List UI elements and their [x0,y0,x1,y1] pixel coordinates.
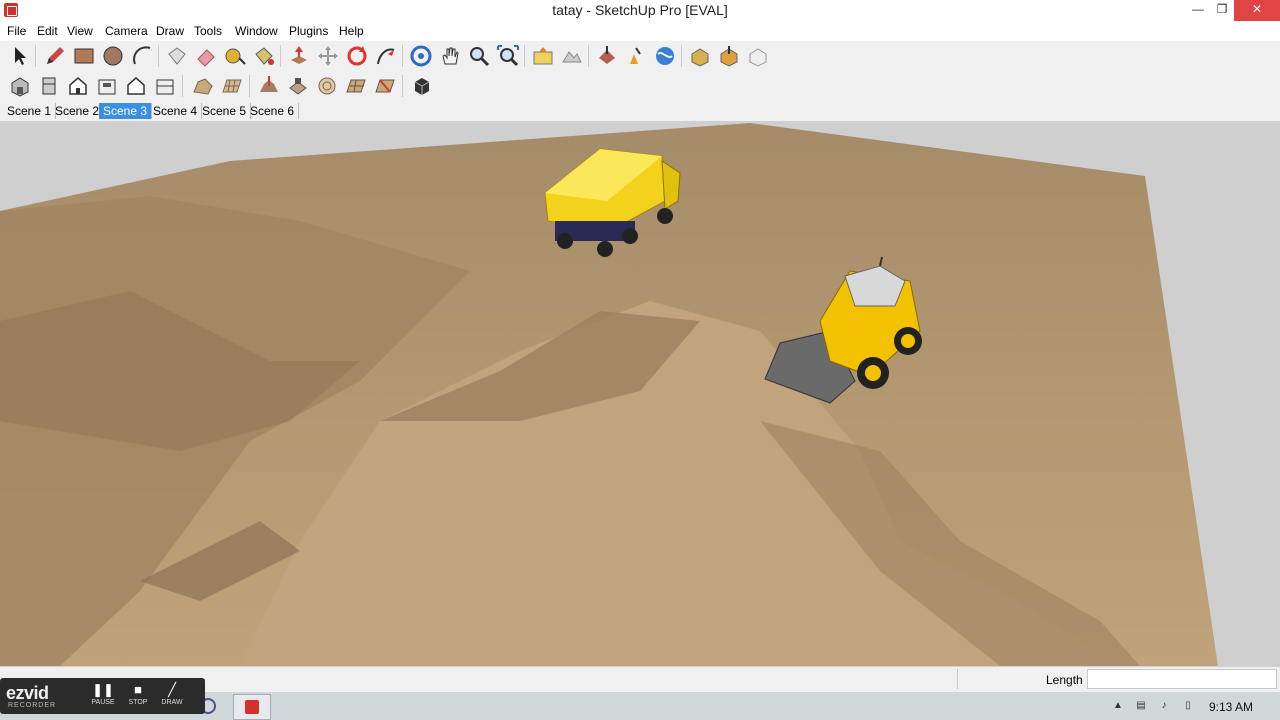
main-toolbar [0,41,1280,71]
share-model-icon[interactable] [624,44,648,68]
rotate-icon[interactable] [345,44,369,68]
menu-file[interactable]: File [7,24,26,38]
tape-measure-icon[interactable] [223,44,247,68]
stop-button[interactable]: ■ STOP [123,681,153,711]
move-icon[interactable] [316,44,340,68]
toolbar-separator [182,75,183,97]
battery-icon[interactable]: ▯ [1182,700,1194,712]
follow-me-icon[interactable] [374,44,398,68]
tab-scene-1[interactable]: Scene 1 [3,103,57,119]
google-earth-icon[interactable] [653,44,677,68]
terrain-scene [0,123,1218,666]
clock[interactable]: 9:13 AM [1209,700,1253,714]
menu-window[interactable]: Window [235,24,278,38]
orbit-icon[interactable] [409,44,433,68]
select-icon[interactable] [7,44,31,68]
pause-icon: ❚❚ [92,682,114,697]
pencil-icon[interactable] [43,44,67,68]
smoove-icon[interactable] [257,74,281,98]
drawing-viewport[interactable] [0,121,1280,666]
zoom-extents-icon[interactable] [496,44,520,68]
menu-bar: File Edit View Camera Draw Tools Window … [0,21,1280,41]
get-models-icon[interactable] [595,44,619,68]
zoom-icon[interactable] [467,44,491,68]
add-location-icon[interactable] [531,44,555,68]
menu-plugins[interactable]: Plugins [289,24,328,38]
volume-icon[interactable]: ♪ [1158,700,1170,712]
toolbar-separator [249,75,250,97]
status-divider [957,669,958,689]
pause-label: PAUSE [91,699,115,706]
toolbar-separator [35,45,36,67]
menu-view[interactable]: View [67,24,93,38]
measurement-input[interactable] [1087,669,1277,689]
draw-label: DRAW [161,699,183,706]
sandbox-scratch-icon[interactable] [220,74,244,98]
sketchup-taskbar-button[interactable] [233,694,271,720]
left-view-icon[interactable] [153,74,177,98]
stamp-icon[interactable] [286,74,310,98]
terrain-icon[interactable] [560,44,584,68]
add-detail-icon[interactable] [344,74,368,98]
extension-icon[interactable] [746,44,770,68]
ezvid-logo: ezvid [6,683,49,703]
tray-expand-icon[interactable]: ▲ [1112,700,1124,712]
menu-tools[interactable]: Tools [194,24,222,38]
menu-draw[interactable]: Draw [156,24,184,38]
scene-tabs: Scene 1 Scene 2 Scene 3 Scene 4 Scene 5 … [0,101,1280,122]
toolbar-separator [524,45,525,67]
tab-scene-4[interactable]: Scene 4 [149,103,203,119]
sandbox-contours-icon[interactable] [191,74,215,98]
sketchup-taskbar-icon [245,700,259,714]
tab-scene-5[interactable]: Scene 5 [198,103,252,119]
tab-scene-3[interactable]: Scene 3 [99,103,153,119]
drape-icon[interactable] [315,74,339,98]
network-icon[interactable]: ▤ [1135,700,1147,712]
pan-icon[interactable] [438,44,462,68]
window-title: tatay - SketchUp Pro [EVAL] [552,2,728,18]
tab-scene-6[interactable]: Scene 6 [246,103,300,119]
push-pull-icon[interactable] [287,44,311,68]
section-icon[interactable] [410,74,434,98]
tab-scene-2[interactable]: Scene 2 [51,103,105,119]
3d-warehouse-icon[interactable] [688,44,712,68]
rectangle-icon[interactable] [72,44,96,68]
restore-button[interactable]: ❐ [1207,0,1237,21]
draw-icon: ╱ [168,682,176,697]
pause-button[interactable]: ❚❚ PAUSE [88,681,118,711]
stop-icon: ■ [134,682,142,697]
flip-edge-icon[interactable] [373,74,397,98]
close-button[interactable]: ✕ [1234,0,1280,21]
ezvid-recorder-panel: ezvid RECORDER ❚❚ PAUSE ■ STOP ╱ DRAW [0,678,205,714]
eraser-icon[interactable] [194,44,218,68]
menu-help[interactable]: Help [339,24,364,38]
right-view-icon[interactable] [95,74,119,98]
views-sandbox-toolbar [0,71,1280,101]
share-component-icon[interactable] [717,44,741,68]
toolbar-separator [158,45,159,67]
title-bar: tatay - SketchUp Pro [EVAL] — ❐ ✕ [0,0,1280,21]
toolbar-separator [402,75,403,97]
toolbar-separator [402,45,403,67]
arc-icon[interactable] [130,44,154,68]
back-view-icon[interactable] [124,74,148,98]
toolbar-separator [681,45,682,67]
ezvid-subtitle: RECORDER [8,702,57,709]
menu-edit[interactable]: Edit [37,24,58,38]
stop-label: STOP [128,699,148,706]
draw-button[interactable]: ╱ DRAW [157,681,187,711]
iso-view-icon[interactable] [8,74,32,98]
paint-bucket-icon[interactable] [252,44,276,68]
circle-icon[interactable] [101,44,125,68]
front-view-icon[interactable] [66,74,90,98]
top-view-icon[interactable] [37,74,61,98]
make-component-icon[interactable] [165,44,189,68]
measurement-label: Length [1046,673,1083,687]
toolbar-separator [588,45,589,67]
menu-camera[interactable]: Camera [105,24,148,38]
toolbar-separator [280,45,281,67]
